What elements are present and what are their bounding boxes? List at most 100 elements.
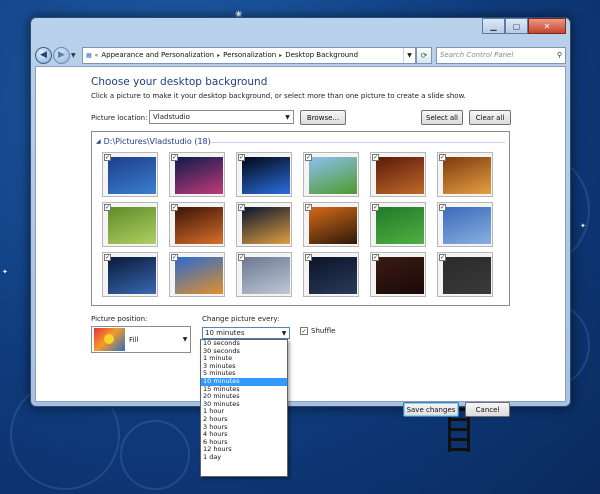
thumbnail-checkbox[interactable]: ✓ — [238, 154, 245, 161]
search-input[interactable]: Search Control Panel ⚲ — [436, 46, 566, 64]
thumbnail-image — [443, 157, 491, 194]
picture-position-label: Picture position: — [91, 315, 148, 323]
thumbnail-checkbox[interactable]: ✓ — [171, 254, 178, 261]
maximize-button[interactable]: ▢ — [505, 18, 528, 34]
thumbnail-checkbox[interactable]: ✓ — [104, 254, 111, 261]
content-pane: Choose your desktop background Click a p… — [35, 66, 566, 417]
wallpaper-thumbnail[interactable]: ✓ — [370, 252, 426, 297]
star-icon: ✦ — [580, 222, 586, 230]
thumbnail-checkbox[interactable]: ✓ — [372, 204, 379, 211]
picture-position-select[interactable]: Fill ▼ — [91, 326, 191, 353]
thumbnail-checkbox[interactable]: ✓ — [305, 154, 312, 161]
thumbnail-checkbox[interactable]: ✓ — [104, 154, 111, 161]
clear-all-button[interactable]: Clear all — [469, 110, 511, 125]
thumbnail-checkbox[interactable]: ✓ — [439, 254, 446, 261]
wallpaper-thumbnail[interactable]: ✓ — [370, 202, 426, 247]
change-interval-select[interactable]: 10 minutes ▼ — [202, 327, 290, 339]
thumbnail-checkbox[interactable]: ✓ — [372, 254, 379, 261]
wallpaper-thumbnail[interactable]: ✓ — [303, 202, 359, 247]
group-divider — [210, 142, 505, 143]
cancel-button[interactable]: Cancel — [465, 402, 510, 417]
forward-button[interactable]: ▶ — [53, 46, 70, 64]
thumbnail-image — [376, 207, 424, 244]
browse-button[interactable]: Browse... — [300, 110, 346, 125]
thumbnail-image — [175, 207, 223, 244]
search-icon: ⚲ — [556, 51, 562, 59]
thumbnail-image — [242, 257, 290, 294]
group-header[interactable]: ◢ D:\Pictures\Vladstudio (18) — [96, 137, 211, 146]
wallpaper-thumbnail[interactable]: ✓ — [169, 252, 225, 297]
thumbnail-image — [309, 257, 357, 294]
wallpaper-thumbnail[interactable]: ✓ — [169, 202, 225, 247]
picture-position-value: Fill — [129, 335, 139, 344]
wallpaper-thumbnail[interactable]: ✓ — [303, 152, 359, 197]
thumbnail-checkbox[interactable]: ✓ — [439, 204, 446, 211]
wallpaper-thumbnail[interactable]: ✓ — [102, 252, 158, 297]
wallpaper-thumbnail[interactable]: ✓ — [370, 152, 426, 197]
wallpaper-thumbnail[interactable]: ✓ — [169, 152, 225, 197]
chevron-down-icon: ▼ — [285, 113, 290, 121]
recent-pages-dropdown[interactable]: ▼ — [71, 52, 79, 59]
thumbnail-image — [309, 207, 357, 244]
shuffle-label: Shuffle — [311, 327, 336, 335]
thumbnail-image — [376, 257, 424, 294]
picture-location-select[interactable]: Vladstudio ▼ — [149, 110, 294, 124]
thumbnail-image — [175, 157, 223, 194]
navigation-bar: ◀ ▶ ▼ ▦ « Appearance and Personalization… — [35, 46, 566, 64]
thumbnail-checkbox[interactable]: ✓ — [104, 204, 111, 211]
thumbnail-image — [443, 257, 491, 294]
wallpaper-thumbnail[interactable]: ✓ — [437, 152, 493, 197]
wallpaper-thumbnail[interactable]: ✓ — [236, 152, 292, 197]
breadcrumb-desktop-background[interactable]: Desktop Background — [285, 51, 358, 59]
wallpaper-thumbnail[interactable]: ✓ — [303, 252, 359, 297]
refresh-button[interactable]: ⟳ — [416, 46, 432, 64]
thumbnail-checkbox[interactable]: ✓ — [238, 254, 245, 261]
change-interval-value: 10 minutes — [205, 329, 245, 337]
background-swirl — [120, 420, 190, 490]
forward-arrow-icon: ▶ — [58, 50, 65, 60]
chevron-left-icon[interactable]: « — [95, 52, 99, 59]
picture-location-value: Vladstudio — [153, 113, 190, 121]
chevron-down-icon: ▼ — [281, 329, 287, 337]
back-arrow-icon: ◀ — [40, 50, 47, 60]
position-preview-image — [94, 328, 125, 351]
breadcrumb-arrow-icon[interactable]: ▸ — [217, 52, 220, 59]
wallpaper-thumbnail[interactable]: ✓ — [102, 202, 158, 247]
thumbnail-checkbox[interactable]: ✓ — [372, 154, 379, 161]
thumbnail-checkbox[interactable]: ✓ — [439, 154, 446, 161]
refresh-icon: ⟳ — [420, 50, 428, 60]
control-panel-icon: ▦ — [86, 51, 92, 59]
thumbnail-checkbox[interactable]: ✓ — [171, 204, 178, 211]
thumbnail-image — [242, 207, 290, 244]
search-placeholder: Search Control Panel — [440, 51, 514, 59]
thumbnail-image — [108, 157, 156, 194]
thumbnail-checkbox[interactable]: ✓ — [171, 154, 178, 161]
thumbnail-image — [309, 157, 357, 194]
wallpaper-thumbnail[interactable]: ✓ — [437, 202, 493, 247]
page-subtitle: Click a picture to make it your desktop … — [91, 92, 466, 100]
close-button[interactable]: ✕ — [528, 18, 566, 34]
wallpaper-thumbnail[interactable]: ✓ — [102, 152, 158, 197]
wallpaper-thumbnail[interactable]: ✓ — [236, 202, 292, 247]
thumbnail-image — [108, 207, 156, 244]
wallpaper-thumbnail[interactable]: ✓ — [437, 252, 493, 297]
group-label: D:\Pictures\Vladstudio (18) — [103, 137, 211, 146]
wallpaper-thumbnail[interactable]: ✓ — [236, 252, 292, 297]
minimize-button[interactable]: ▁ — [482, 18, 505, 34]
caption-buttons: ▁ ▢ ✕ — [482, 18, 566, 34]
shuffle-option[interactable]: ✓ Shuffle — [300, 327, 335, 335]
select-all-button[interactable]: Select all — [421, 110, 463, 125]
thumbnail-checkbox[interactable]: ✓ — [305, 204, 312, 211]
back-button[interactable]: ◀ — [35, 46, 52, 64]
breadcrumb-appearance[interactable]: Appearance and Personalization — [101, 51, 214, 59]
collapse-icon[interactable]: ◢ — [96, 138, 101, 145]
thumbnail-checkbox[interactable]: ✓ — [305, 254, 312, 261]
thumbnail-checkbox[interactable]: ✓ — [238, 204, 245, 211]
save-changes-button[interactable]: Save changes — [403, 402, 459, 417]
address-dropdown-icon[interactable]: ▼ — [403, 47, 415, 63]
shuffle-checkbox[interactable]: ✓ — [300, 327, 308, 335]
address-bar[interactable]: ▦ « Appearance and Personalization ▸ Per… — [82, 46, 416, 64]
interval-option[interactable]: 1 day — [201, 453, 287, 462]
breadcrumb-personalization[interactable]: Personalization — [223, 51, 276, 59]
breadcrumb-arrow-icon[interactable]: ▸ — [279, 52, 282, 59]
